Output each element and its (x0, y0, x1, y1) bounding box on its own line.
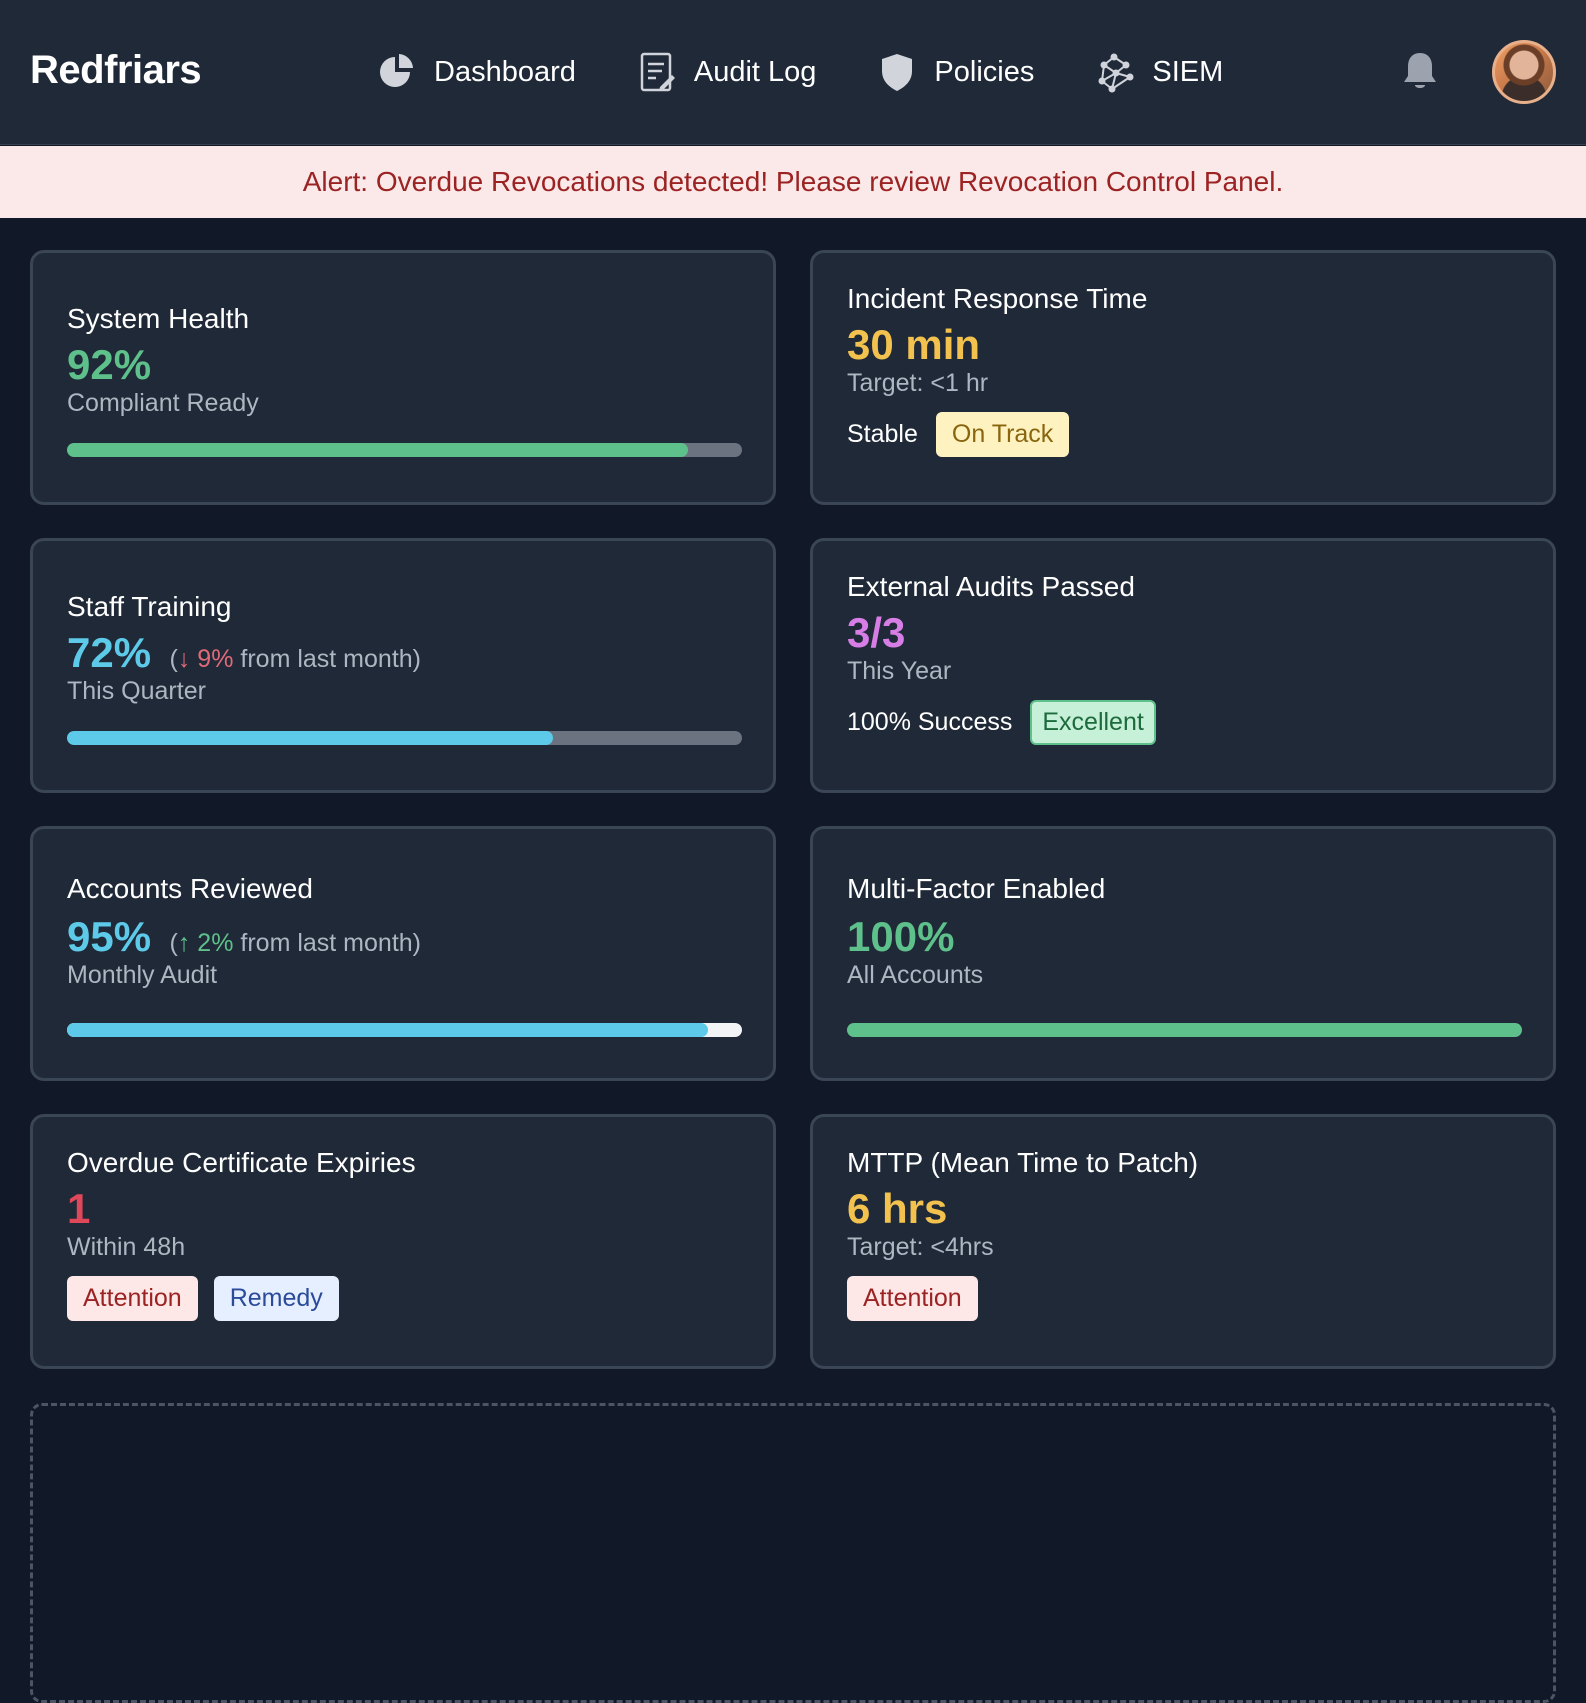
delta-label: from last month) (240, 645, 421, 673)
card-title: External Audits Passed (847, 571, 1135, 602)
widget-placeholder[interactable] (30, 1403, 1556, 1703)
card-value: 1 (67, 1185, 91, 1232)
status-row: Stable On Track (847, 412, 1519, 457)
card-accounts-reviewed: Accounts Reviewed 95% (↑ 2% from last mo… (30, 826, 776, 1081)
card-title: Overdue Certificate Expiries (67, 1147, 416, 1178)
card-subtitle: Monthly Audit (67, 961, 218, 989)
main-nav: Dashboard Audit Log Policies SIEM (378, 48, 1285, 96)
nav-label: SIEM (1152, 55, 1224, 88)
nav-siem[interactable]: SIEM (1096, 48, 1223, 96)
status-row: 100% Success Excellent (847, 700, 1519, 745)
status-label: 100% Success (847, 708, 1013, 736)
nav-label: Policies (934, 55, 1035, 88)
card-value: 30 min (847, 321, 981, 368)
attention-badge[interactable]: Attention (847, 1276, 978, 1321)
card-subtitle: This Year (847, 657, 952, 685)
card-title: System Health (67, 303, 250, 334)
arrow-down-icon: ↓ (177, 645, 191, 673)
delta-value: 9% (197, 645, 234, 673)
status-label: Stable (847, 420, 918, 448)
card-subtitle: Compliant Ready (67, 389, 259, 417)
card-title: Accounts Reviewed (67, 873, 313, 904)
delta-paren: ( (169, 645, 178, 673)
alert-banner: Alert: Overdue Revocations detected! Ple… (0, 146, 1586, 218)
status-badge: On Track (935, 412, 1070, 457)
progress-bar (67, 731, 742, 745)
status-row: Attention Remedy (67, 1276, 739, 1321)
card-value: 95% (67, 913, 152, 960)
delta-label: from last month) (240, 929, 421, 957)
card-value: 72% (67, 629, 152, 676)
card-mfa: Multi-Factor Enabled 100% All Accounts (810, 826, 1556, 1081)
network-icon (1098, 53, 1134, 93)
document-icon (640, 52, 675, 92)
card-subtitle: All Accounts (847, 961, 984, 989)
status-row: Attention (847, 1276, 1519, 1321)
card-system-health: System Health 92% Compliant Ready (30, 250, 776, 505)
delta-text: (↑ 2% from last month) (170, 929, 421, 957)
status-badge: Excellent (1030, 700, 1156, 745)
nav-label: Audit Log (693, 55, 817, 88)
card-title: MTTP (Mean Time to Patch) (847, 1147, 1199, 1178)
card-subtitle: Target: <1 hr (847, 369, 989, 397)
card-subtitle: Target: <4hrs (847, 1233, 994, 1261)
nav-dashboard[interactable]: Dashboard (378, 48, 576, 96)
shield-icon (882, 54, 913, 91)
card-mttp: MTTP (Mean Time to Patch) 6 hrs Target: … (810, 1114, 1556, 1369)
card-cert-expiries: Overdue Certificate Expiries 1 Within 48… (30, 1114, 776, 1369)
card-subtitle: Within 48h (67, 1233, 186, 1261)
nav-label: Dashboard (434, 55, 576, 88)
card-value: 3/3 (847, 609, 906, 656)
card-value: 100% (847, 913, 955, 960)
nav-audit-log[interactable]: Audit Log (638, 48, 817, 96)
attention-badge[interactable]: Attention (67, 1276, 198, 1321)
card-incident-response: Incident Response Time 30 min Target: <1… (810, 250, 1556, 505)
progress-fill (847, 1023, 1522, 1037)
alert-text: Alert: Overdue Revocations detected! Ple… (302, 166, 1284, 197)
progress-bar (67, 1023, 742, 1037)
card-subtitle: This Quarter (67, 677, 206, 705)
card-value: 6 hrs (847, 1185, 948, 1232)
delta-text: (↓ 9% from last month) (170, 645, 421, 673)
arrow-up-icon: ↑ (177, 929, 191, 957)
card-title: Staff Training (67, 591, 232, 622)
card-external-audits: External Audits Passed 3/3 This Year 100… (810, 538, 1556, 793)
remedy-badge[interactable]: Remedy (213, 1276, 339, 1321)
delta-value: 2% (197, 929, 234, 957)
nav-policies[interactable]: Policies (878, 48, 1034, 96)
bell-icon[interactable] (1400, 50, 1440, 94)
card-title: Multi-Factor Enabled (847, 873, 1106, 904)
card-title: Incident Response Time (847, 283, 1148, 314)
progress-bar (847, 1023, 1522, 1037)
progress-fill (67, 443, 688, 457)
progress-bar (67, 443, 742, 457)
progress-fill (67, 1023, 709, 1037)
delta-paren: ( (169, 929, 178, 957)
avatar[interactable] (1492, 40, 1556, 104)
value-row: 72% (↓ 9% from last month) (67, 629, 739, 677)
brand-logo[interactable]: Redfriars (30, 48, 202, 93)
top-navbar: Redfriars Dashboard Audit Log Policies S… (0, 0, 1586, 145)
progress-fill (67, 731, 553, 745)
value-row: 95% (↑ 2% from last month) (67, 913, 739, 961)
card-value: 92% (67, 341, 152, 388)
pie-chart-icon (380, 54, 413, 87)
card-staff-training: Staff Training 72% (↓ 9% from last month… (30, 538, 776, 793)
